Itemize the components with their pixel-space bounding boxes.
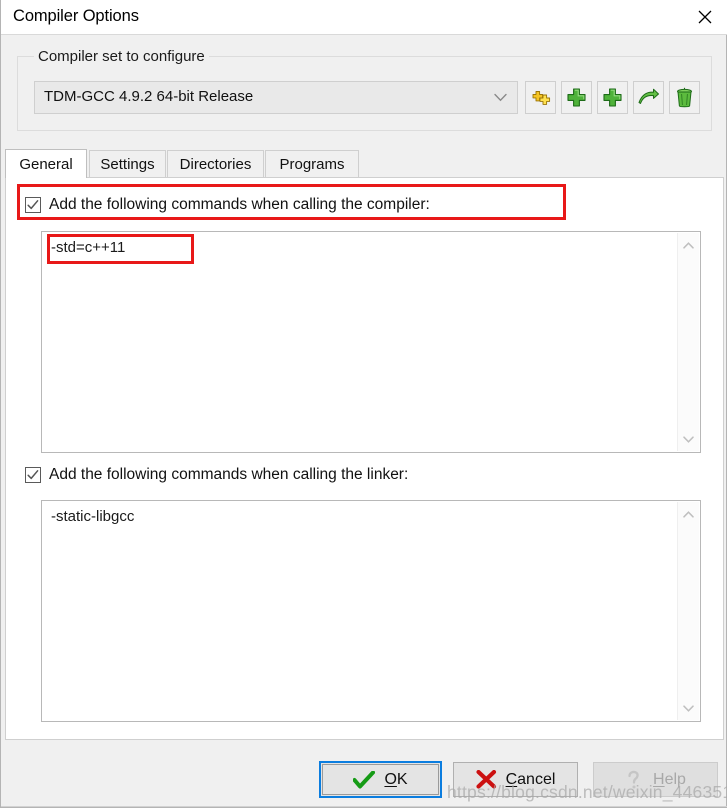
close-icon	[698, 10, 712, 24]
delete-compiler-set-button[interactable]	[669, 81, 700, 114]
chevron-up-icon	[683, 510, 694, 518]
cancel-accel: C	[505, 770, 518, 788]
tab-settings[interactable]: Settings	[89, 150, 166, 178]
help-accel: H	[653, 770, 665, 788]
green-check-icon	[353, 770, 376, 788]
linker-commands-value: -static-libgcc	[51, 508, 135, 525]
chevron-down-icon	[683, 435, 694, 443]
close-window-button[interactable]	[682, 0, 727, 34]
find-compiler-set-button[interactable]	[633, 81, 664, 114]
question-mark-icon	[628, 770, 639, 788]
green-plus-icon	[567, 88, 586, 107]
yellow-double-plus-icon	[532, 91, 550, 105]
red-x-icon	[475, 770, 496, 789]
linker-commands-scrollbar[interactable]	[677, 502, 699, 720]
compiler-commands-textarea[interactable]: -std=c++11	[41, 231, 701, 453]
help-button-label: Help	[653, 770, 686, 788]
compiler-options-dialog: Compiler Options Compiler set to configu…	[0, 0, 727, 808]
linker-commands-checkbox-label: Add the following commands when calling …	[49, 466, 409, 483]
tab-strip: General Settings Directories Programs	[5, 149, 724, 178]
checkmark-icon	[27, 200, 39, 210]
ok-button[interactable]: OK	[322, 764, 439, 795]
cancel-button-label: Cancel	[505, 770, 556, 788]
chevron-down-icon	[683, 704, 694, 712]
green-trash-icon	[677, 87, 692, 108]
scroll-up-button[interactable]	[678, 235, 699, 255]
ok-accel: O	[384, 770, 397, 788]
bottom-separator	[1, 806, 727, 807]
window-title: Compiler Options	[13, 7, 139, 25]
compiler-set-combobox[interactable]: TDM-GCC 4.9.2 64-bit Release	[34, 81, 518, 114]
duplicate-compiler-set-button[interactable]	[597, 81, 628, 114]
cancel-button[interactable]: Cancel	[453, 762, 578, 797]
tab-programs-label: Programs	[279, 156, 345, 173]
compiler-commands-checkbox-row[interactable]: Add the following commands when calling …	[25, 196, 430, 214]
rename-compiler-set-button[interactable]	[525, 81, 556, 114]
compiler-commands-scrollbar[interactable]	[677, 233, 699, 451]
chevron-down-icon	[494, 93, 507, 102]
checkmark-icon	[27, 470, 39, 480]
linker-commands-textarea[interactable]: -static-libgcc	[41, 500, 701, 722]
compiler-set-selected-value: TDM-GCC 4.9.2 64-bit Release	[44, 88, 254, 105]
tab-programs[interactable]: Programs	[265, 150, 359, 178]
help-button[interactable]: Help	[593, 762, 718, 797]
tab-settings-label: Settings	[100, 156, 155, 173]
compiler-commands-checkbox[interactable]	[25, 197, 41, 213]
tab-general[interactable]: General	[5, 149, 87, 178]
title-bar: Compiler Options	[1, 0, 727, 35]
scroll-down-button[interactable]	[678, 429, 699, 449]
tab-directories-label: Directories	[179, 156, 252, 173]
green-arrow-icon	[638, 88, 659, 104]
linker-commands-checkbox-row[interactable]: Add the following commands when calling …	[25, 466, 408, 484]
add-compiler-set-button[interactable]	[561, 81, 592, 114]
green-plus-icon	[603, 88, 622, 107]
compiler-set-groupbox-caption: Compiler set to configure	[34, 48, 209, 65]
scroll-down-button[interactable]	[678, 698, 699, 718]
linker-commands-checkbox[interactable]	[25, 467, 41, 483]
tab-directories[interactable]: Directories	[167, 150, 264, 178]
compiler-commands-value: -std=c++11	[51, 239, 126, 256]
ok-button-label: OK	[384, 770, 408, 788]
scroll-up-button[interactable]	[678, 504, 699, 524]
chevron-up-icon	[683, 241, 694, 249]
tab-general-label: General	[19, 155, 73, 173]
compiler-commands-checkbox-label: Add the following commands when calling …	[49, 196, 430, 213]
